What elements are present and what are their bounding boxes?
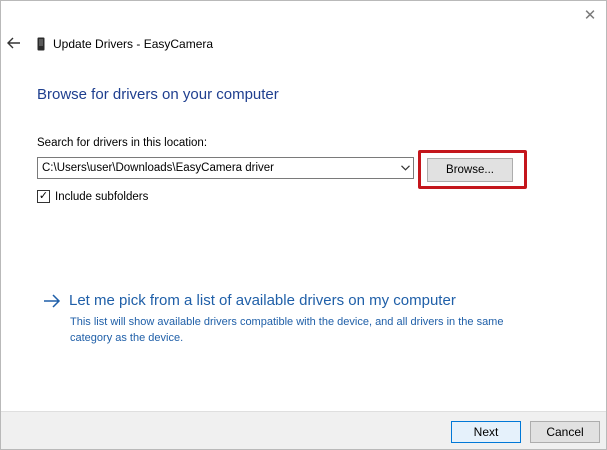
pick-from-list-link[interactable]: Let me pick from a list of available dri…	[69, 292, 456, 309]
chevron-down-icon	[400, 165, 410, 171]
close-button[interactable]: ✕	[580, 5, 600, 25]
driver-path-value[interactable]: C:\Users\user\Downloads\EasyCamera drive…	[38, 162, 397, 174]
next-button[interactable]: Next	[451, 421, 521, 443]
pick-from-list-option[interactable]: Let me pick from a list of available dri…	[43, 292, 456, 309]
dialog-footer: Next Cancel	[1, 411, 606, 449]
back-arrow-icon	[7, 37, 20, 49]
browse-button[interactable]: Browse...	[427, 158, 513, 182]
close-icon: ✕	[583, 7, 597, 24]
include-subfolders-label[interactable]: Include subfolders	[55, 191, 148, 203]
include-subfolders-checkbox[interactable]: ✓	[37, 190, 50, 203]
driver-path-combobox[interactable]: C:\Users\user\Downloads\EasyCamera drive…	[37, 157, 414, 179]
page-heading: Browse for drivers on your computer	[37, 86, 279, 103]
window-title: Update Drivers - EasyCamera	[53, 37, 214, 51]
pick-from-list-description: This list will show available drivers co…	[70, 316, 504, 344]
search-location-label: Search for drivers in this location:	[37, 137, 208, 149]
cancel-button[interactable]: Cancel	[530, 421, 600, 443]
include-subfolders-row[interactable]: ✓ Include subfolders	[37, 190, 148, 203]
checkmark-icon: ✓	[38, 190, 49, 202]
update-drivers-window: ✕ Update Drivers - EasyCamera Browse for…	[0, 0, 607, 450]
device-icon	[37, 37, 45, 51]
back-button[interactable]	[5, 34, 23, 52]
window-title-row: Update Drivers - EasyCamera	[37, 37, 213, 51]
dropdown-button[interactable]	[397, 158, 413, 178]
right-arrow-icon	[44, 293, 61, 308]
